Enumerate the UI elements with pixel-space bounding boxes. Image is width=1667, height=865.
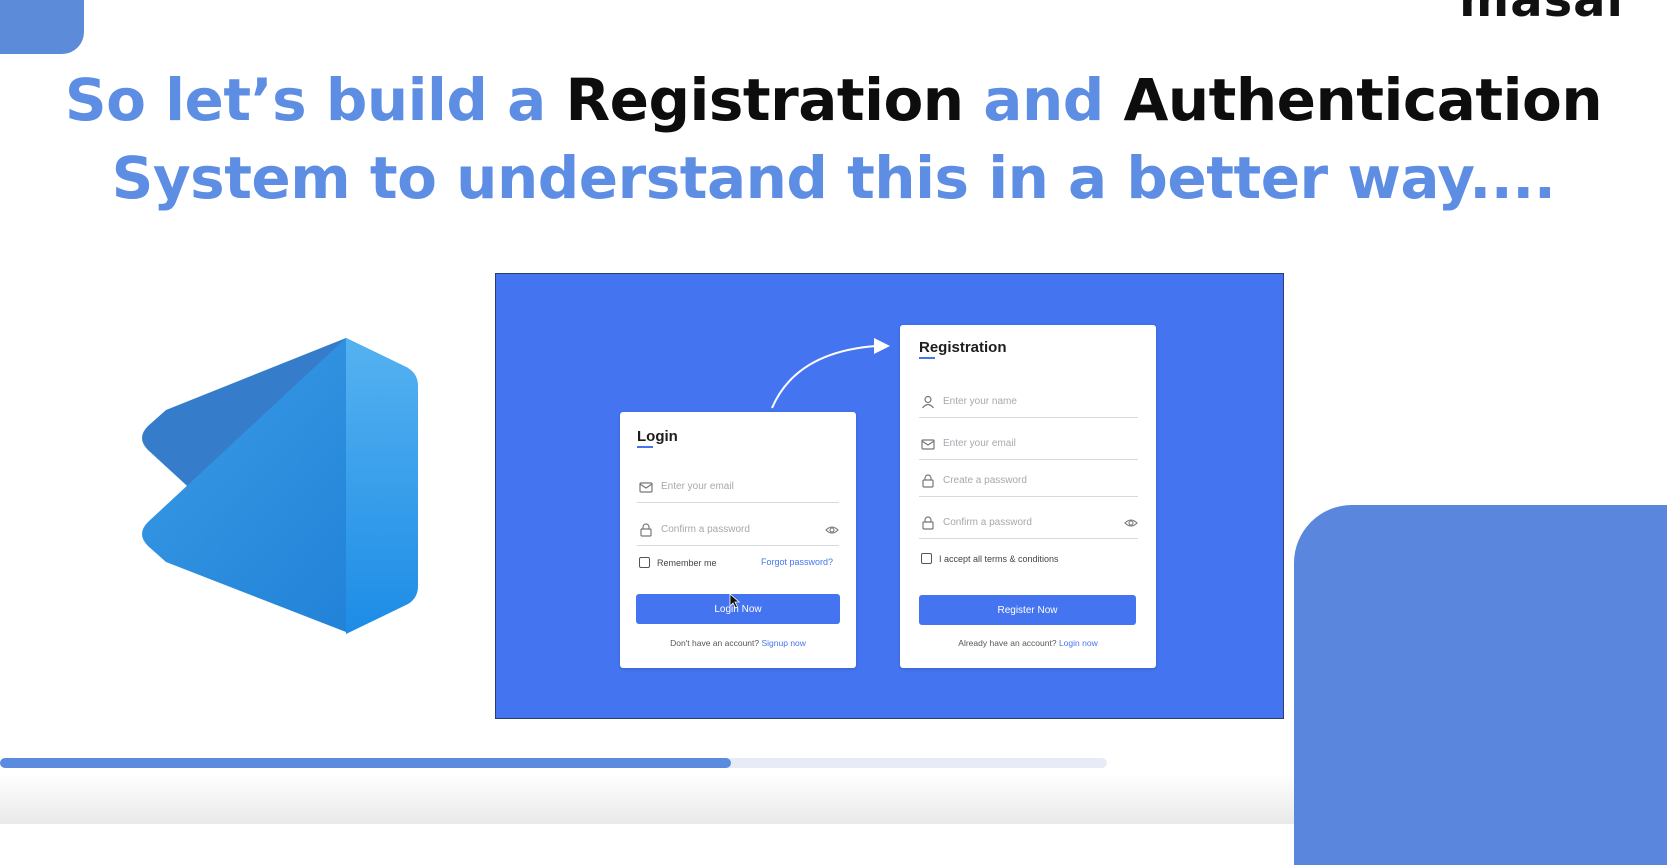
registration-title: Registration [919,339,1007,359]
headline-segment: So let’s build a [64,66,566,134]
reg-confirm-password-field[interactable]: Confirm a password [919,512,1138,539]
terms-label: I accept all terms & conditions [939,553,1059,564]
reg-email-field[interactable]: Enter your email [919,433,1138,460]
screenshot-panel: Login Enter your email Confirm a passwor… [495,273,1284,719]
login-footer-text: Don't have an account? [670,638,760,648]
eye-icon[interactable] [825,524,839,536]
mail-icon [921,439,935,450]
bottom-fade [0,774,1294,824]
login-password-field[interactable]: Confirm a password [637,519,839,546]
remember-me-checkbox[interactable]: Remember me [639,557,717,568]
registration-card: Registration Enter your name Enter your … [900,325,1156,668]
checkbox-box[interactable] [639,557,650,568]
registration-footer-text: Already have an account? [958,638,1057,648]
reg-name-placeholder: Enter your name [943,396,1017,407]
brand-logo: masai® [1459,0,1636,28]
reg-confirm-password-placeholder: Confirm a password [943,517,1032,528]
user-icon [922,395,934,409]
vscode-logo-icon [142,338,418,634]
register-button[interactable]: Register Now [919,595,1136,625]
video-progress-bar[interactable] [0,758,1107,768]
curved-arrow-icon [771,338,890,409]
login-link[interactable]: Login now [1059,638,1098,648]
forgot-password-link[interactable]: Forgot password? [761,557,833,567]
corner-decoration-bottom-right [1294,505,1667,865]
headline-line-1: So let’s build a Registration and Authen… [0,60,1667,140]
corner-decoration [0,0,84,54]
login-email-field[interactable]: Enter your email [637,476,839,503]
headline-line-2: System to understand this in a better wa… [111,144,1556,212]
login-card: Login Enter your email Confirm a passwor… [620,412,856,668]
reg-create-password-field[interactable]: Create a password [919,470,1138,497]
headline-segment: and [963,66,1124,134]
video-progress-fill [0,758,731,768]
reg-email-placeholder: Enter your email [943,438,1016,449]
mouse-cursor-icon [729,593,741,609]
login-footer: Don't have an account? Signup now [620,638,856,648]
login-email-placeholder: Enter your email [661,481,734,492]
eye-icon[interactable] [1124,517,1138,529]
lock-icon [640,523,652,537]
checkbox-box[interactable] [921,553,932,564]
login-password-placeholder: Confirm a password [661,524,750,535]
lock-icon [922,474,934,488]
registration-footer: Already have an account? Login now [900,638,1156,648]
mail-icon [639,482,653,493]
reg-name-field[interactable]: Enter your name [919,391,1138,418]
signup-link[interactable]: Signup now [762,638,806,648]
lock-icon [922,516,934,530]
terms-checkbox[interactable]: I accept all terms & conditions [921,553,1059,564]
remember-me-label: Remember me [657,557,717,568]
reg-create-password-placeholder: Create a password [943,475,1027,486]
headline-segment: Registration [565,66,964,134]
headline-segment: Authentication [1123,66,1603,134]
login-title: Login [637,428,678,448]
